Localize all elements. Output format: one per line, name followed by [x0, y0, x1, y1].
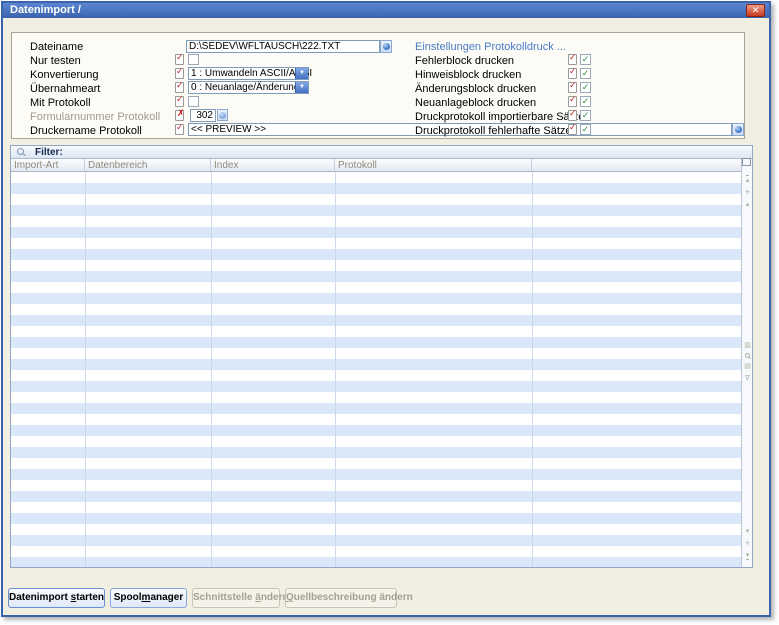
goto-record-icon[interactable]: ▤ — [744, 362, 751, 370]
protokolldruck-settings-link[interactable]: Einstellungen Protokolldruck ... — [415, 41, 566, 53]
column-chooser-icon[interactable] — [744, 160, 751, 166]
filter-search-icon[interactable] — [17, 148, 24, 155]
scroll-top-group: ▴ + ▴ — [742, 175, 753, 208]
dateiname-label: Dateiname — [30, 41, 83, 53]
neuanlageblock-label: Neuanlageblock drucken — [415, 97, 536, 109]
screen: Datenimport / ✕ Dateiname D:\SEDEV\WFLTA… — [0, 0, 779, 625]
fehlerblock-edit-icon[interactable]: ✓ — [568, 54, 577, 65]
neuanlageblock-checkbox[interactable]: ✓ — [580, 96, 591, 107]
formularnummer-value: 302 — [196, 110, 213, 121]
fehlerblock-checkbox[interactable]: ✓ — [580, 54, 591, 65]
schnittstelle-aendern-button[interactable]: Schnittstelle ändern — [192, 588, 280, 608]
scroll-page-up-icon[interactable]: + — [745, 188, 751, 196]
hinweisblock-edit-icon[interactable]: ✓ — [568, 68, 577, 79]
column-header-protokoll[interactable]: Protokoll — [335, 159, 532, 172]
aenderungsblock-edit-icon[interactable]: ✓ — [568, 82, 577, 93]
formularnummer-matchcode-button[interactable] — [217, 109, 228, 121]
form-panel: Dateiname D:\SEDEV\WFLTAUSCH\222.TXT Nur… — [11, 32, 745, 139]
column-separator — [532, 172, 533, 567]
grid-search-icon[interactable] — [745, 353, 750, 358]
matchcode-gem-icon — [735, 126, 742, 133]
scroll-to-last-icon[interactable]: ▾ — [746, 551, 750, 560]
close-icon: ✕ — [752, 5, 760, 15]
column-header-import-art[interactable]: Import-Art — [11, 159, 85, 172]
nur-testen-checkbox[interactable] — [188, 54, 199, 65]
uebernahmeart-edit-icon[interactable]: ✓ — [175, 82, 184, 93]
druckername-label: Druckername Protokoll — [30, 125, 142, 137]
aenderungsblock-checkbox[interactable]: ✓ — [580, 82, 591, 93]
grid-tools-group: ▥ ▤ ∇ — [742, 341, 753, 382]
column-separator — [335, 172, 336, 567]
matchcode-gem-icon — [219, 112, 226, 119]
mit-protokoll-checkbox[interactable] — [188, 96, 199, 107]
dateiname-value: D:\SEDEV\WFLTAUSCH\222.TXT — [189, 41, 340, 52]
scroll-page-down-icon[interactable]: + — [745, 539, 751, 547]
nur-testen-edit-icon[interactable]: ✓ — [175, 54, 184, 65]
formularnummer-label: Formularnummer Protokoll — [30, 111, 160, 123]
importierbare-saetze-checkbox[interactable]: ✓ — [580, 110, 591, 121]
fehlerhafte-saetze-label: Druckprotokoll fehlerhafte Sätze — [415, 125, 572, 137]
grid-body[interactable] — [11, 172, 741, 567]
konvertierung-value: 1 : Umwandeln ASCII/ANSI — [191, 68, 312, 79]
druckername-value: << PREVIEW >> — [191, 124, 266, 135]
matchcode-gem-icon — [383, 43, 390, 50]
column-separator — [85, 172, 86, 567]
druckername-edit-icon[interactable]: ✓ — [175, 124, 184, 135]
grid-block: Filter: Import-Art Datenbereich Index Pr… — [10, 145, 753, 568]
close-button[interactable]: ✕ — [746, 4, 765, 17]
filter-bar[interactable]: Filter: — [11, 146, 752, 159]
columns-icon[interactable]: ▥ — [744, 341, 751, 349]
hinweisblock-label: Hinweisblock drucken — [415, 69, 521, 81]
uebernahmeart-value: 0 : Neuanlage/Änderung — [191, 82, 299, 93]
mit-protokoll-label: Mit Protokoll — [30, 97, 91, 109]
formularnummer-locked-icon: ✗ — [175, 110, 184, 121]
formularnummer-input[interactable]: 302 — [190, 109, 216, 122]
quellbeschreibung-aendern-button[interactable]: Quellbeschreibung ändern — [285, 588, 397, 608]
konvertierung-select[interactable]: 1 : Umwandeln ASCII/ANSI ▼ — [188, 67, 309, 80]
column-separator — [211, 172, 212, 567]
grid-side-toolbar: ▴ + ▴ ▥ ▤ ∇ ▾ + ▾ — [741, 159, 752, 567]
fehlerhafte-saetze-checkbox[interactable]: ✓ — [580, 124, 591, 135]
mit-protokoll-edit-icon[interactable]: ✓ — [175, 96, 184, 107]
uebernahmeart-label: Übernahmeart — [30, 83, 100, 95]
datenimport-window: Datenimport / ✕ Dateiname D:\SEDEV\WFLTA… — [1, 1, 771, 617]
scroll-down-icon[interactable]: ▾ — [746, 527, 750, 535]
column-header-index[interactable]: Index — [211, 159, 335, 172]
fehlerhafte-saetze-edit-icon[interactable]: ✓ — [568, 124, 577, 135]
window-title: Datenimport / — [3, 3, 81, 18]
window-titlebar[interactable]: Datenimport / — [3, 3, 769, 18]
importierbare-saetze-edit-icon[interactable]: ✓ — [568, 110, 577, 121]
fehlerblock-label: Fehlerblock drucken — [415, 55, 514, 67]
grid-header: Import-Art Datenbereich Index Protokoll — [11, 159, 741, 172]
scroll-bottom-group: ▾ + ▾ — [742, 527, 753, 560]
konvertierung-label: Konvertierung — [30, 69, 99, 81]
aenderungsblock-label: Änderungsblock drucken — [415, 83, 536, 95]
konvertierung-edit-icon[interactable]: ✓ — [175, 68, 184, 79]
dateiname-matchcode-button[interactable] — [380, 40, 392, 53]
column-header-empty[interactable] — [532, 159, 741, 172]
column-header-datenbereich[interactable]: Datenbereich — [85, 159, 211, 172]
uebernahmeart-select[interactable]: 0 : Neuanlage/Änderung ▼ — [188, 81, 309, 94]
datenimport-starten-button[interactable]: Datenimport starten — [8, 588, 105, 608]
dateiname-input[interactable]: D:\SEDEV\WFLTAUSCH\222.TXT — [186, 40, 380, 53]
nur-testen-label: Nur testen — [30, 55, 81, 67]
importierbare-saetze-label: Druckprotokoll importierbare Sätze — [415, 111, 584, 123]
dropdown-arrow-icon[interactable]: ▼ — [295, 82, 308, 93]
druckername-matchcode-button[interactable] — [732, 123, 744, 136]
hinweisblock-checkbox[interactable]: ✓ — [580, 68, 591, 79]
scroll-up-icon[interactable]: ▴ — [746, 200, 750, 208]
neuanlageblock-edit-icon[interactable]: ✓ — [568, 96, 577, 107]
dropdown-arrow-icon[interactable]: ▼ — [295, 68, 308, 79]
grid-filter-icon[interactable]: ∇ — [745, 374, 750, 382]
filter-label: Filter: — [35, 147, 63, 158]
spoolmanager-button[interactable]: Spoolmanager — [110, 588, 187, 608]
scroll-to-first-icon[interactable]: ▴ — [746, 175, 750, 184]
